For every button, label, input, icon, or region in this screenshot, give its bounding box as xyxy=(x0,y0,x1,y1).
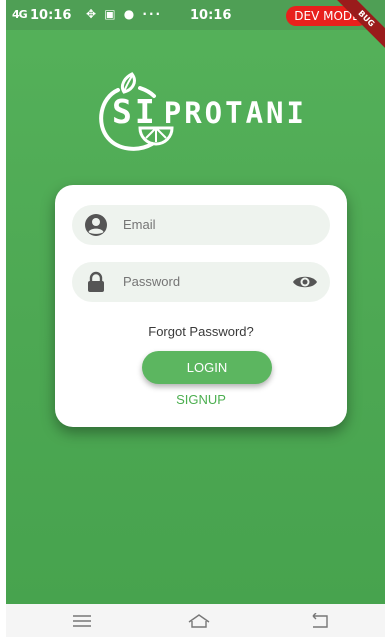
app-logo: SI PROTANI xyxy=(94,72,304,154)
notification-icons: ✥ ▣ ● ··· xyxy=(86,7,163,21)
logo-wordmark: SI PROTANI xyxy=(112,92,307,131)
status-time-center: 10:16 xyxy=(190,8,232,23)
forgot-password-link[interactable]: Forgot Password? xyxy=(55,324,347,339)
person-icon xyxy=(85,214,107,236)
menu-icon[interactable] xyxy=(70,613,94,629)
signal-icon: 4G xyxy=(12,8,28,21)
email-input[interactable] xyxy=(123,217,273,232)
system-nav-bar xyxy=(6,604,385,637)
eye-icon[interactable] xyxy=(292,273,318,291)
password-field[interactable] xyxy=(72,262,330,302)
lock-icon xyxy=(88,271,104,292)
password-input[interactable] xyxy=(123,274,273,289)
logo-si: SI xyxy=(112,92,158,131)
signup-link[interactable]: SIGNUP xyxy=(55,392,347,407)
home-icon[interactable] xyxy=(187,613,211,629)
status-bar: 4G 10:16 ✥ ▣ ● ··· 10:16 DEV MODE BUG xyxy=(6,0,385,56)
login-button[interactable]: LOGIN xyxy=(142,351,272,384)
status-time: 10:16 xyxy=(30,8,72,23)
login-screen: 4G 10:16 ✥ ▣ ● ··· 10:16 DEV MODE BUG SI… xyxy=(6,0,385,604)
logo-protani: PROTANI xyxy=(163,96,307,130)
email-field[interactable] xyxy=(72,205,330,245)
login-card: Forgot Password? LOGIN SIGNUP xyxy=(55,185,347,427)
back-icon[interactable] xyxy=(309,613,333,629)
